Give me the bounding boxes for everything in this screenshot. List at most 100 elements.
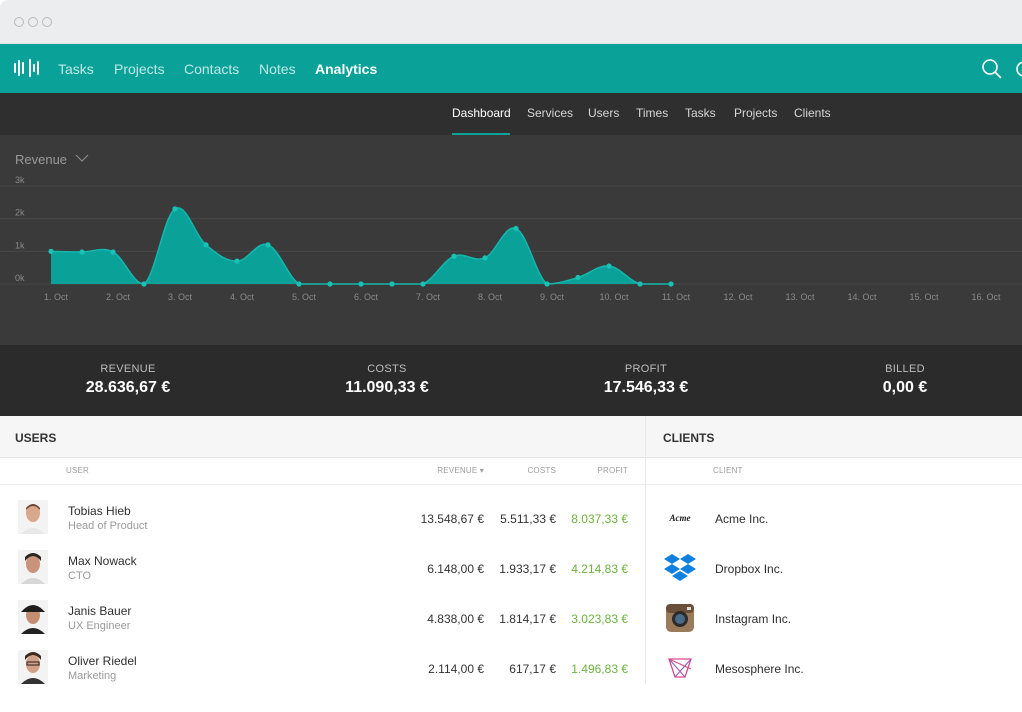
user-role: UX Engineer xyxy=(68,620,131,632)
tab-dashboard[interactable]: Dashboard xyxy=(452,106,511,120)
column-profit[interactable]: PROFIT xyxy=(578,466,628,475)
data-point[interactable] xyxy=(482,255,488,261)
clients-panel-header: CLIENTS xyxy=(646,416,1022,458)
window-maximize-button[interactable] xyxy=(42,17,52,27)
total-value: 28.636,67 € xyxy=(85,379,171,396)
data-point[interactable] xyxy=(141,281,147,287)
y-tick-label: 0k xyxy=(15,273,25,283)
data-point[interactable] xyxy=(172,206,178,212)
list-item[interactable]: Acme Acme Inc. xyxy=(646,493,1022,543)
list-item[interactable]: Mesosphere Inc. xyxy=(646,643,1022,693)
data-point[interactable] xyxy=(389,281,395,287)
window-minimize-button[interactable] xyxy=(28,17,38,27)
nav-notes[interactable]: Notes xyxy=(259,61,296,77)
data-point[interactable] xyxy=(358,281,364,287)
total-value: 0,00 € xyxy=(882,379,928,396)
data-point[interactable] xyxy=(668,281,674,287)
total-costs: COSTS 11.090,33 € xyxy=(322,363,452,397)
x-tick-label: 6. Oct xyxy=(354,292,379,302)
column-client[interactable]: CLIENT xyxy=(713,466,743,475)
user-costs: 617,17 € xyxy=(509,662,556,676)
avatar xyxy=(18,650,48,684)
user-name[interactable]: Oliver Riedel xyxy=(68,654,137,668)
app-window: Tasks Projects Contacts Notes Analytics … xyxy=(0,0,1022,712)
user-revenue: 4.838,00 € xyxy=(427,612,484,626)
revenue-chart: 0k 1k 2k 3k 1. Oct 2. Oct 3. Oct 4. Oct 5. Oct 6.… xyxy=(0,175,1022,302)
user-profit: 3.023,83 € xyxy=(571,612,628,626)
column-revenue[interactable]: REVENUE ▾ xyxy=(420,466,484,475)
tab-users[interactable]: Users xyxy=(588,106,619,120)
chevron-down-icon[interactable] xyxy=(75,153,89,163)
window-titlebar xyxy=(0,0,1022,44)
column-user[interactable]: USER xyxy=(66,466,89,475)
x-tick-label: 5. Oct xyxy=(292,292,317,302)
x-tick-label: 15. Oct xyxy=(909,292,939,302)
x-tick-label: 16. Oct xyxy=(971,292,1001,302)
table-row[interactable]: Tobias Hieb Head of Product 13.548,67 € … xyxy=(0,493,645,543)
data-point[interactable] xyxy=(606,263,612,269)
app-logo-icon[interactable] xyxy=(14,59,39,77)
mesosphere-logo-icon xyxy=(668,658,692,678)
nav-tasks[interactable]: Tasks xyxy=(58,61,94,77)
instagram-logo-icon xyxy=(666,604,694,632)
data-point[interactable] xyxy=(420,281,426,287)
x-tick-label: 3. Oct xyxy=(168,292,193,302)
data-point[interactable] xyxy=(513,225,519,232)
data-point[interactable] xyxy=(327,281,333,287)
table-row[interactable]: Oliver Riedel Marketing 2.114,00 € 617,1… xyxy=(0,643,645,693)
user-name[interactable]: Tobias Hieb xyxy=(68,504,131,518)
tab-services[interactable]: Services xyxy=(527,106,573,120)
user-revenue: 2.114,00 € xyxy=(428,662,484,676)
nav-analytics[interactable]: Analytics xyxy=(315,61,377,77)
data-point[interactable] xyxy=(203,242,209,248)
data-point[interactable] xyxy=(637,281,643,287)
revenue-area xyxy=(51,207,671,284)
list-item[interactable]: Dropbox Inc. xyxy=(646,543,1022,593)
client-name[interactable]: Mesosphere Inc. xyxy=(715,662,804,676)
users-panel-header: USERS xyxy=(0,416,645,458)
data-point[interactable] xyxy=(265,242,271,248)
tab-projects[interactable]: Projects xyxy=(734,106,777,120)
total-value: 17.546,33 € xyxy=(603,379,689,396)
column-costs[interactable]: COSTS xyxy=(506,466,556,475)
tab-times[interactable]: Times xyxy=(636,106,668,120)
user-menu-icon[interactable] xyxy=(1014,57,1022,81)
data-point[interactable] xyxy=(48,248,54,254)
y-tick-label: 2k xyxy=(15,208,25,218)
client-name[interactable]: Acme Inc. xyxy=(715,512,768,526)
user-profit: 1.496,83 € xyxy=(571,662,628,676)
user-profit: 8.037,33 € xyxy=(571,512,628,526)
client-name[interactable]: Instagram Inc. xyxy=(715,612,791,626)
acme-logo-text: Acme xyxy=(669,513,691,523)
user-costs: 1.933,17 € xyxy=(499,562,556,576)
table-row[interactable]: Janis Bauer UX Engineer 4.838,00 € 1.814… xyxy=(0,593,645,643)
header-divider xyxy=(646,484,1022,485)
user-role: Marketing xyxy=(68,670,117,682)
tab-clients[interactable]: Clients xyxy=(794,106,831,120)
x-tick-label: 14. Oct xyxy=(847,292,877,302)
tab-tasks[interactable]: Tasks xyxy=(685,106,716,120)
table-row[interactable]: Max Nowack CTO 6.148,00 € 1.933,17 € 4.2… xyxy=(0,543,645,593)
chart-metric-select[interactable]: Revenue xyxy=(15,152,67,167)
data-point[interactable] xyxy=(575,274,581,281)
x-tick-label: 10. Oct xyxy=(599,292,629,302)
user-name[interactable]: Max Nowack xyxy=(68,554,137,568)
search-icon[interactable] xyxy=(980,57,1004,81)
client-name[interactable]: Dropbox Inc. xyxy=(715,562,783,576)
data-point[interactable] xyxy=(79,249,85,255)
user-costs: 1.814,17 € xyxy=(499,612,556,626)
data-point[interactable] xyxy=(296,281,302,287)
nav-projects[interactable]: Projects xyxy=(114,61,165,77)
user-name[interactable]: Janis Bauer xyxy=(68,604,131,618)
nav-contacts[interactable]: Contacts xyxy=(184,61,239,77)
data-point[interactable] xyxy=(451,253,457,259)
user-role: Head of Product xyxy=(68,520,148,532)
user-revenue: 6.148,00 € xyxy=(427,562,484,576)
data-point[interactable] xyxy=(234,258,240,264)
analytics-subnav: Dashboard Services Users Times Tasks Pro… xyxy=(0,93,1022,135)
window-close-button[interactable] xyxy=(14,17,24,27)
revenue-line xyxy=(50,207,671,285)
list-item[interactable]: Instagram Inc. xyxy=(646,593,1022,643)
data-point[interactable] xyxy=(544,281,550,287)
data-point[interactable] xyxy=(110,249,116,255)
